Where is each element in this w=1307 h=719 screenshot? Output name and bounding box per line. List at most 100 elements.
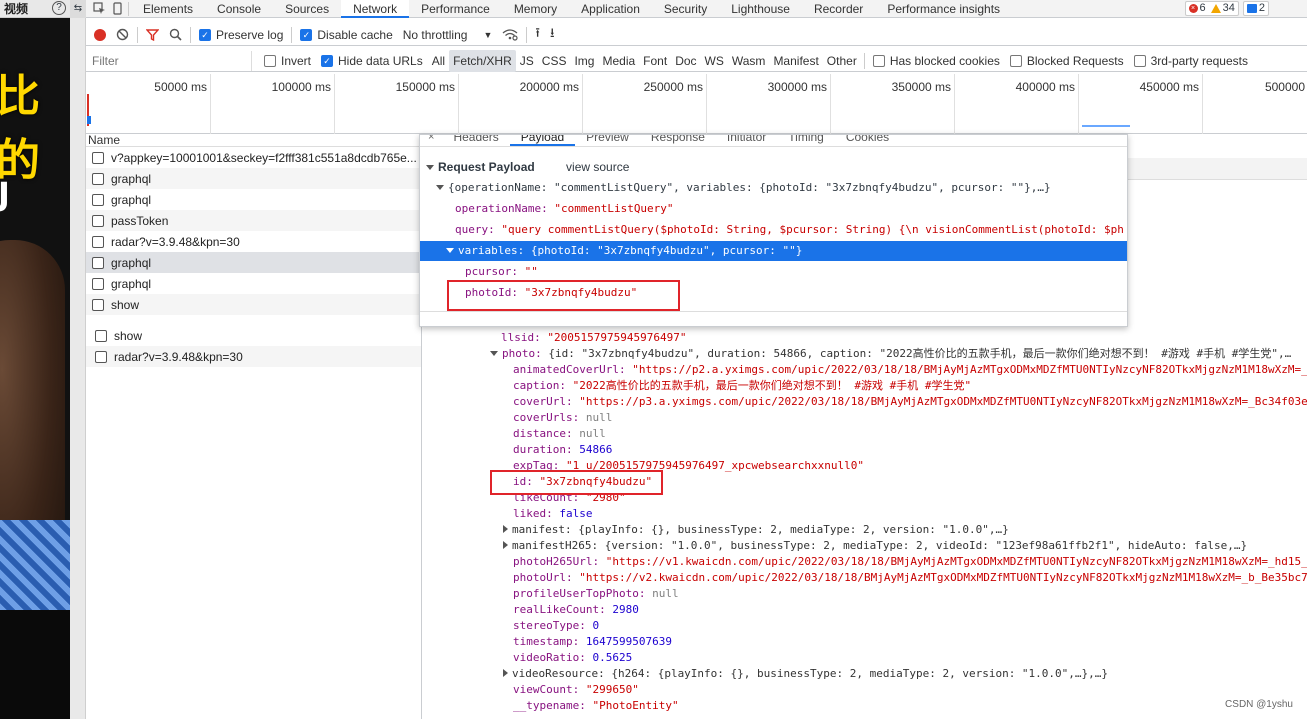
blocked-requests-checkbox[interactable]: Blocked Requests xyxy=(1005,50,1129,72)
tab-elements[interactable]: Elements xyxy=(131,0,205,18)
tab-memory[interactable]: Memory xyxy=(502,0,569,18)
third-party-checkbox[interactable]: 3rd-party requests xyxy=(1129,50,1253,72)
request-row[interactable]: v?appkey=10001001&seckey=f2fff381c551a8d… xyxy=(86,147,421,168)
tab-lighthouse[interactable]: Lighthouse xyxy=(719,0,802,18)
type-filter-css[interactable]: CSS xyxy=(538,50,571,72)
payload-summary-row[interactable]: {operationName: "commentListQuery", vari… xyxy=(420,178,1127,198)
request-row[interactable]: graphql xyxy=(86,168,421,189)
viewcount-row[interactable]: viewCount: "299650" xyxy=(513,682,639,698)
tab-recorder[interactable]: Recorder xyxy=(802,0,875,18)
variables-row[interactable]: variables: {photoId: "3x7zbnqfy4budzu", … xyxy=(420,241,1127,261)
manifest-row[interactable]: manifest: {playInfo: {}, businessType: 2… xyxy=(503,522,1009,538)
request-row[interactable]: radar?v=3.9.48&kpn=30 xyxy=(86,231,421,252)
disable-cache-checkbox[interactable]: ✓ Disable cache xyxy=(295,24,397,46)
llsid-row[interactable]: llsid: "2005157975945976497" xyxy=(501,330,686,346)
type-filter-js[interactable]: JS xyxy=(516,50,538,72)
request-row[interactable]: show xyxy=(86,294,421,315)
property-row[interactable]: animatedCoverUrl: "https://p2.a.yximgs.c… xyxy=(513,362,1307,378)
name-column-header[interactable]: Name xyxy=(86,134,421,147)
throttling-select[interactable]: No throttling ▼ xyxy=(398,24,498,46)
property-row[interactable]: timestamp: 1647599507639 xyxy=(513,634,672,650)
detail-tab-payload[interactable]: Payload xyxy=(509,135,576,146)
invert-checkbox[interactable]: Invert xyxy=(252,50,316,72)
typename-row[interactable]: __typename: "PhotoEntity" xyxy=(513,698,679,714)
checkbox-unchecked-icon[interactable] xyxy=(92,151,104,164)
request-payload-header[interactable]: Request Payload view source xyxy=(420,157,1127,177)
messages-badge[interactable]: 2 xyxy=(1242,1,1269,16)
filter-input[interactable] xyxy=(86,50,252,71)
checkbox-unchecked-icon[interactable] xyxy=(92,277,104,290)
import-har-button[interactable]: ⭱ xyxy=(530,24,545,46)
property-row[interactable]: photoUrl: "https://v2.kwaicdn.com/upic/2… xyxy=(513,570,1307,586)
error-count-badge[interactable]: × 6 34 xyxy=(1184,1,1239,16)
help-icon[interactable]: ? xyxy=(52,1,66,15)
detail-tab-preview[interactable]: Preview xyxy=(575,135,640,146)
checkbox-unchecked-icon[interactable] xyxy=(95,329,107,342)
pcursor-row[interactable]: pcursor: "" xyxy=(420,262,1127,282)
type-filter-doc[interactable]: Doc xyxy=(671,50,700,72)
filter-toggle-button[interactable] xyxy=(141,24,164,46)
search-button[interactable] xyxy=(164,24,187,46)
preserve-log-checkbox[interactable]: ✓ Preserve log xyxy=(194,24,288,46)
tab-application[interactable]: Application xyxy=(569,0,652,18)
tab-console[interactable]: Console xyxy=(205,0,273,18)
request-row[interactable]: graphql xyxy=(86,252,421,273)
property-row[interactable]: realLikeCount: 2980 xyxy=(513,602,639,618)
close-icon[interactable]: × xyxy=(420,135,442,146)
type-filter-ws[interactable]: WS xyxy=(701,50,728,72)
property-row[interactable]: profileUserTopPhoto: null xyxy=(513,586,679,602)
network-overview-timeline[interactable]: 50000 ms 100000 ms 150000 ms 200000 ms 25000… xyxy=(86,74,1307,134)
inspect-element-icon[interactable] xyxy=(90,0,108,18)
detail-tab-response[interactable]: Response xyxy=(640,135,716,146)
checkbox-unchecked-icon[interactable] xyxy=(92,172,104,185)
checkbox-unchecked-icon[interactable] xyxy=(92,214,104,227)
checkbox-unchecked-icon[interactable] xyxy=(92,256,104,269)
type-filter-fetch-xhr[interactable]: Fetch/XHR xyxy=(449,49,516,72)
manifest-h265-row[interactable]: manifestH265: {version: "1.0.0", busines… xyxy=(503,538,1247,554)
property-row[interactable]: coverUrl: "https://p3.a.yximgs.com/upic/… xyxy=(513,394,1307,410)
query-row[interactable]: query: "query commentListQuery($photoId:… xyxy=(420,220,1127,240)
type-filter-all[interactable]: All xyxy=(428,50,449,72)
tab-security[interactable]: Security xyxy=(652,0,719,18)
checkbox-unchecked-icon[interactable] xyxy=(92,298,104,311)
export-har-button[interactable]: ⭳ xyxy=(545,24,560,46)
property-row[interactable]: photoH265Url: "https://v1.kwaicdn.com/up… xyxy=(513,554,1307,570)
detail-tab-cookies[interactable]: Cookies xyxy=(835,135,900,146)
view-source-link[interactable]: view source xyxy=(566,160,629,174)
property-row[interactable]: duration: 54866 xyxy=(513,442,612,458)
property-row[interactable]: stereoType: 0 xyxy=(513,618,599,634)
device-toolbar-icon[interactable] xyxy=(108,0,126,18)
property-row[interactable]: videoRatio: 0.5625 xyxy=(513,650,632,666)
hide-data-urls-checkbox[interactable]: ✓ Hide data URLs xyxy=(316,50,428,72)
request-row[interactable]: graphql xyxy=(86,189,421,210)
clear-button[interactable] xyxy=(111,24,134,46)
type-filter-other[interactable]: Other xyxy=(823,50,861,72)
type-filter-wasm[interactable]: Wasm xyxy=(728,50,770,72)
request-row[interactable]: show xyxy=(86,325,421,346)
tab-sources[interactable]: Sources xyxy=(273,0,341,18)
request-row[interactable]: radar?v=3.9.48&kpn=30 xyxy=(86,346,421,367)
checkbox-unchecked-icon[interactable] xyxy=(92,235,104,248)
checkbox-unchecked-icon[interactable] xyxy=(92,193,104,206)
tab-performance-insights[interactable]: Performance insights xyxy=(875,0,1012,18)
has-blocked-cookies-checkbox[interactable]: Has blocked cookies xyxy=(868,50,1005,72)
detail-tab-timing[interactable]: Timing xyxy=(777,135,835,146)
tab-network[interactable]: Network xyxy=(341,0,410,18)
type-filter-manifest[interactable]: Manifest xyxy=(769,50,822,72)
property-row[interactable]: distance: null xyxy=(513,426,606,442)
checkbox-unchecked-icon[interactable] xyxy=(95,350,107,363)
detail-tab-headers[interactable]: Headers xyxy=(442,135,509,146)
property-row[interactable]: caption: "2022高性价比的五款手机，最后一款你们绝对想不到！ #游戏… xyxy=(513,378,971,394)
type-filter-font[interactable]: Font xyxy=(639,50,671,72)
property-row[interactable]: liked: false xyxy=(513,506,593,522)
video-resource-row[interactable]: videoResource: {h264: {playInfo: {}, bus… xyxy=(503,666,1108,682)
property-row[interactable]: coverUrls: null xyxy=(513,410,612,426)
photo-row[interactable]: photo: {id: "3x7zbnqfy4budzu", duration:… xyxy=(490,346,1291,362)
operation-name-row[interactable]: operationName: "commentListQuery" xyxy=(420,199,1127,219)
request-row[interactable]: graphql xyxy=(86,273,421,294)
scroll-up-icon[interactable]: ⇆ xyxy=(70,0,86,18)
type-filter-img[interactable]: Img xyxy=(570,50,598,72)
record-button[interactable] xyxy=(86,24,111,46)
network-conditions-button[interactable] xyxy=(497,24,523,46)
detail-tab-initiator[interactable]: Initiator xyxy=(716,135,777,146)
